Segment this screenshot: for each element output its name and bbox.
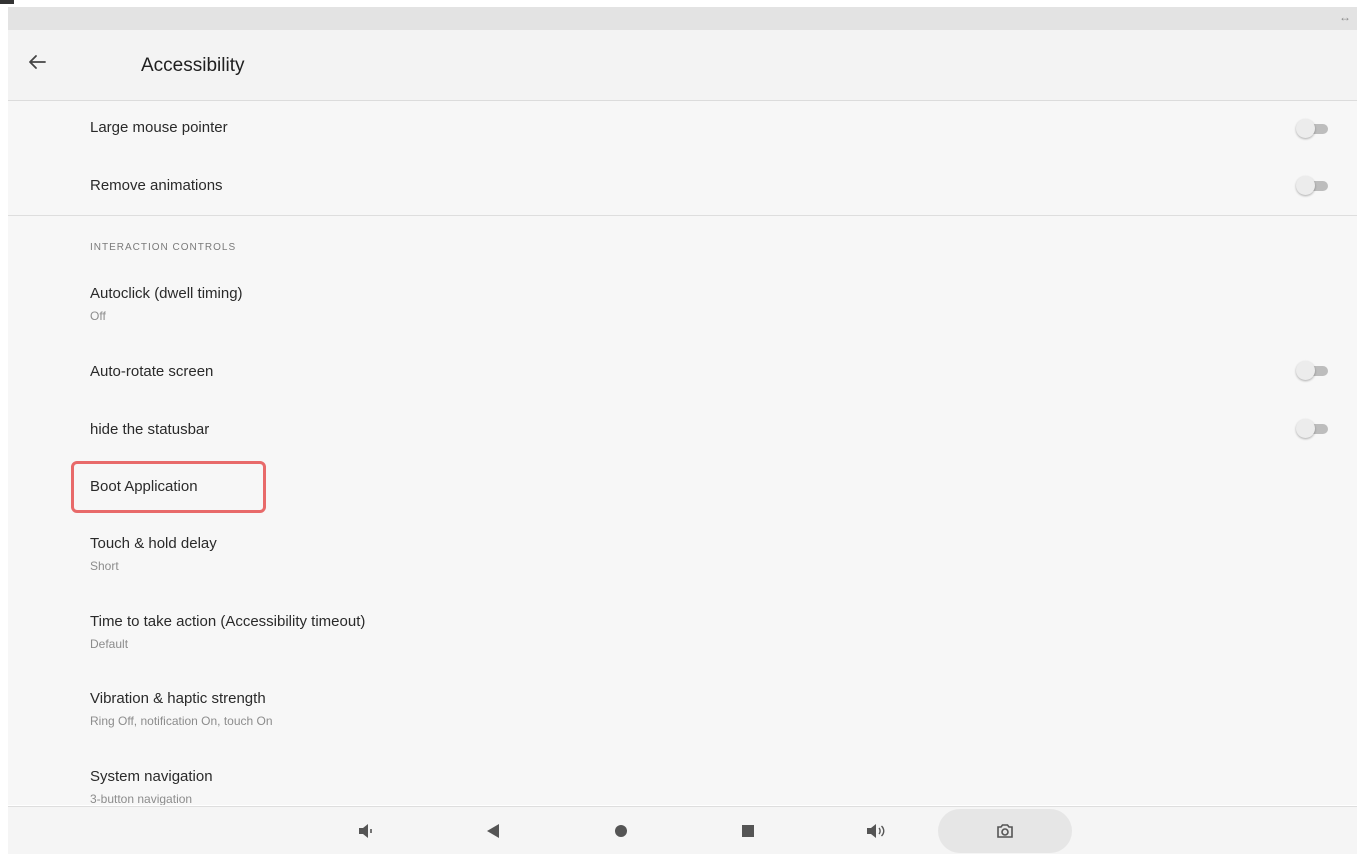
volume-up-icon[interactable] [863, 819, 887, 843]
toggle-auto-rotate[interactable] [1296, 361, 1330, 381]
setting-hide-statusbar[interactable]: hide the statusbar [90, 420, 209, 440]
expand-horizontal-icon[interactable]: ↔ [1339, 10, 1351, 24]
setting-label: Time to take action (Accessibility timeo… [90, 613, 366, 630]
volume-down-icon[interactable] [354, 819, 378, 843]
toggle-remove-animations[interactable] [1296, 176, 1330, 196]
highlight-box [71, 461, 266, 513]
toggle-large-mouse-pointer[interactable] [1296, 119, 1330, 139]
setting-summary: Ring Off, notification On, touch On [90, 714, 273, 728]
navigation-bar [8, 806, 1357, 854]
top-strip [0, 0, 1357, 7]
setting-label: Touch & hold delay [90, 535, 217, 552]
setting-autoclick[interactable]: Autoclick (dwell timing) Off [90, 284, 243, 324]
settings-list[interactable]: Large mouse pointer Remove animations IN… [8, 101, 1357, 805]
setting-summary: 3-button navigation [90, 792, 193, 805]
back-triangle-icon[interactable] [481, 819, 505, 843]
setting-vibration-haptic[interactable]: Vibration & haptic strength Ring Off, no… [90, 689, 273, 729]
toggle-hide-statusbar[interactable] [1296, 419, 1330, 439]
arrow-left-icon[interactable] [25, 50, 49, 74]
page-title: Accessibility [141, 55, 245, 76]
setting-label: Autoclick (dwell timing) [90, 285, 243, 302]
window-marker [0, 0, 14, 4]
divider [8, 215, 1357, 216]
setting-touch-hold-delay[interactable]: Touch & hold delay Short [90, 534, 217, 574]
home-circle-icon[interactable] [609, 819, 633, 843]
setting-summary: Short [90, 559, 119, 573]
setting-summary: Off [90, 309, 106, 323]
camera-icon [997, 824, 1013, 838]
setting-label: hide the statusbar [90, 421, 210, 438]
setting-label: Remove animations [90, 177, 223, 194]
app-bar: Accessibility [8, 30, 1357, 101]
setting-summary: Default [90, 637, 129, 651]
setting-remove-animations[interactable]: Remove animations [90, 176, 223, 196]
setting-system-navigation[interactable]: System navigation 3-button navigation [90, 767, 213, 805]
setting-label: Large mouse pointer [90, 119, 228, 136]
setting-label: System navigation [90, 768, 213, 785]
status-bar: ↔ [8, 7, 1357, 30]
recents-square-icon[interactable] [736, 819, 760, 843]
section-header: INTERACTION CONTROLS [90, 242, 237, 253]
setting-label: Auto-rotate screen [90, 363, 214, 380]
setting-accessibility-timeout[interactable]: Time to take action (Accessibility timeo… [90, 612, 365, 652]
setting-label: Vibration & haptic strength [90, 690, 266, 707]
setting-large-mouse-pointer[interactable]: Large mouse pointer [90, 118, 228, 138]
camera-button[interactable] [938, 809, 1072, 853]
setting-auto-rotate[interactable]: Auto-rotate screen [90, 362, 213, 382]
